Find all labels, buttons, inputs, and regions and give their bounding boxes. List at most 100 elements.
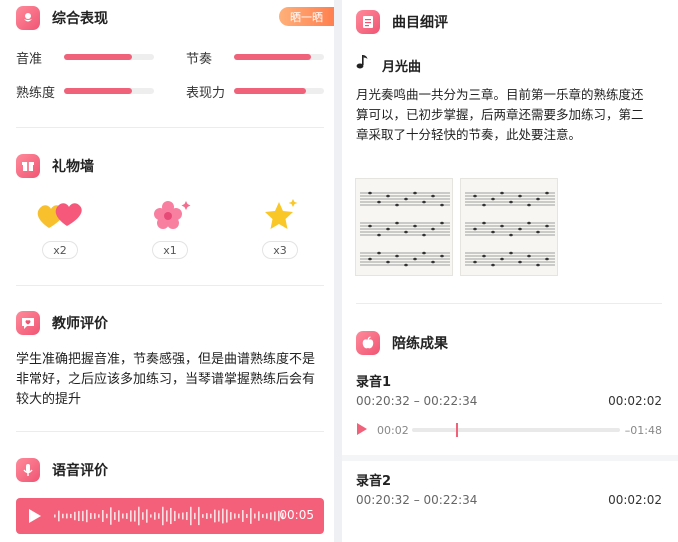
gift-hearts [35, 198, 85, 236]
note-head [422, 233, 426, 237]
waveform-bar [210, 513, 212, 519]
stat-label-expression: 表现力 [186, 86, 226, 101]
waveform-bar [158, 513, 160, 519]
note-head [440, 254, 444, 258]
waveform-bar [202, 514, 204, 518]
note-head [482, 254, 486, 258]
flower-badge-icon [16, 6, 40, 30]
waveform-bar [162, 506, 164, 526]
note-head [500, 224, 504, 228]
note-head [368, 191, 372, 195]
waveform-bar [150, 514, 152, 518]
note-head [395, 221, 399, 225]
voice-time: 00:05 [279, 508, 314, 522]
note-head [536, 197, 540, 201]
note-head [500, 191, 504, 195]
waveform-bar [122, 513, 124, 519]
teacher-comment: 学生准确把握音准，节奏感强，但是曲谱熟练度不是 非常好，之后应该多加练习，当琴谱… [16, 350, 328, 410]
waveform-bar [58, 510, 60, 522]
note-head [482, 203, 486, 207]
review-header: 曲目细评 [356, 10, 448, 34]
waveform-bar [98, 514, 100, 518]
waveform-bar [266, 513, 268, 519]
waveform-bar [78, 510, 80, 522]
teacher-comment-line: 学生准确把握音准，节奏感强，但是曲谱熟练度不是 [16, 352, 316, 367]
divider [16, 431, 324, 432]
note-head [404, 263, 408, 267]
note-head [431, 194, 435, 198]
note-head [500, 257, 504, 261]
note-head [545, 224, 549, 228]
waveform-bar [138, 506, 140, 526]
waveform-bar [66, 513, 68, 519]
note-head [386, 194, 390, 198]
waveform-bar [270, 512, 272, 520]
stat-label-rhythm: 节奏 [186, 52, 213, 67]
waveform-bar [194, 512, 196, 520]
waveform-bar [142, 512, 144, 520]
gift-count-stars: x3 [262, 241, 298, 259]
voice-player[interactable]: 00:05 [16, 498, 324, 534]
note-head [395, 254, 399, 258]
note-head [422, 200, 426, 204]
recording-duration: 00:02:02 [608, 394, 662, 408]
review-text-line: 算可以，已初步掌握，后两章还需要多加练习，第二 [356, 107, 644, 122]
play-icon[interactable] [356, 422, 368, 436]
note-head [536, 230, 540, 234]
note-head [422, 251, 426, 255]
progress-thumb[interactable] [455, 423, 458, 437]
sheet-music-image-2[interactable] [460, 178, 558, 276]
waveform-bar [190, 506, 192, 526]
waveform-bar [206, 513, 208, 519]
note-head [482, 221, 486, 225]
waveform-bar [214, 509, 216, 523]
gift-icon [16, 154, 40, 178]
note-head [404, 197, 408, 201]
waveform-bar [146, 509, 148, 523]
review-text-line: 月光奏鸣曲一共分为三章。目前第一乐章的熟练度还 [356, 87, 644, 102]
note-head [413, 224, 417, 228]
review-text-line: 章采取了十分轻快的节奏，此处要注意。 [356, 127, 582, 142]
gift-flower [146, 198, 196, 236]
note-head [491, 263, 495, 267]
note-head [518, 194, 522, 198]
note-head [473, 194, 477, 198]
waveform-bar [174, 510, 176, 522]
stat-label-pitch: 音准 [16, 52, 43, 67]
note-head [491, 230, 495, 234]
voice-title: 语音评价 [52, 463, 108, 479]
waveform-bar [242, 510, 244, 522]
waveform-bar [94, 513, 96, 519]
note-head [386, 227, 390, 231]
note-head [404, 230, 408, 234]
waveform-bar [86, 509, 88, 523]
stat-bar-expression [234, 88, 324, 94]
note-head [527, 203, 531, 207]
share-button[interactable]: 晒一晒 [279, 7, 334, 26]
music-note-icon [356, 55, 368, 69]
waveform-bar [118, 510, 120, 522]
waveform-bar [126, 513, 128, 519]
note-head [473, 227, 477, 231]
waveform-bar [110, 507, 112, 525]
waveform-bar [238, 513, 240, 519]
comment-heart-icon [16, 311, 40, 335]
recording-duration: 00:02:02 [608, 493, 662, 507]
sheet-music-image-1[interactable] [355, 178, 453, 276]
performance-title: 综合表现 [52, 11, 108, 27]
results-header: 陪练成果 [356, 331, 448, 355]
recording-range: 00:20:32 – 00:22:34 [356, 493, 478, 507]
waveform-bar [246, 514, 248, 518]
results-title: 陪练成果 [392, 336, 448, 352]
right-panel: 曲目细评 月光曲 月光奏鸣曲一共分为三章。目前第一乐章的熟练度还 算可以，已初步… [342, 0, 678, 542]
play-icon[interactable] [28, 508, 42, 524]
recording-progress-track[interactable] [412, 423, 620, 437]
note-head [377, 233, 381, 237]
sheet-music [360, 191, 450, 267]
waveform-bar [258, 511, 260, 521]
recording-remaining: –01:48 [624, 424, 662, 437]
teacher-title: 教师评价 [52, 316, 108, 332]
sheet-music [465, 191, 555, 267]
note-head [377, 251, 381, 255]
note-head [509, 233, 513, 237]
